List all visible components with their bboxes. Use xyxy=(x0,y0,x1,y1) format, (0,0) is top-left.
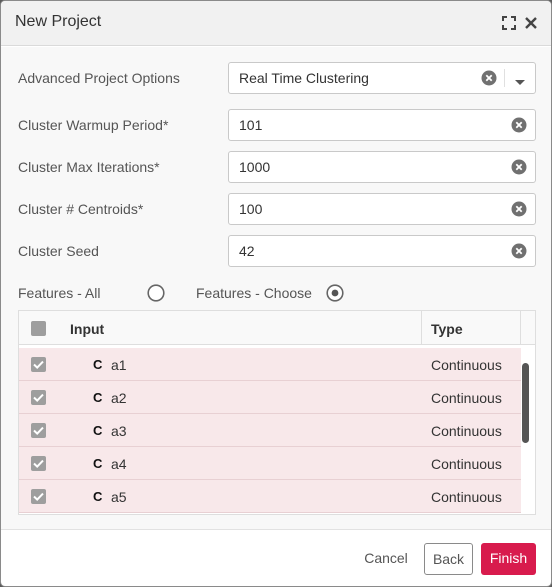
features-choose-label: Features - Choose xyxy=(196,285,312,301)
row-checkbox[interactable] xyxy=(31,390,46,405)
column-header-input[interactable]: Input xyxy=(70,321,104,337)
clear-icon[interactable] xyxy=(511,159,527,175)
select-divider xyxy=(504,69,505,87)
seed-input[interactable]: 42 xyxy=(228,235,536,267)
cancel-button[interactable]: Cancel xyxy=(356,543,416,575)
feature-name: a4 xyxy=(111,456,127,472)
grid-scrollbar-thumb[interactable] xyxy=(522,363,529,443)
continuous-badge: C xyxy=(93,357,103,372)
grid-header: Input Type xyxy=(19,311,535,345)
finish-button[interactable]: Finish xyxy=(481,543,536,575)
column-header-type[interactable]: Type xyxy=(431,321,463,337)
continuous-badge: C xyxy=(93,390,103,405)
clear-icon[interactable] xyxy=(481,70,497,86)
centroids-label: Cluster # Centroids* xyxy=(18,201,144,217)
select-all-checkbox[interactable] xyxy=(31,321,46,336)
continuous-badge: C xyxy=(93,456,103,471)
feature-type: Continuous xyxy=(431,357,502,373)
feature-name: a5 xyxy=(111,489,127,505)
clear-icon[interactable] xyxy=(511,243,527,259)
max-iterations-value: 1000 xyxy=(239,159,271,175)
centroids-value: 100 xyxy=(239,201,263,217)
advanced-options-value: Real Time Clustering xyxy=(239,70,369,86)
features-all-label: Features - All xyxy=(18,285,101,301)
features-all-radio[interactable] xyxy=(147,284,165,302)
table-row[interactable]: C a3 Continuous xyxy=(19,414,521,447)
table-row[interactable]: C a1 Continuous xyxy=(19,348,521,381)
max-iterations-label: Cluster Max Iterations* xyxy=(18,159,160,175)
feature-name: a1 xyxy=(111,357,127,373)
feature-name: a3 xyxy=(111,423,127,439)
row-checkbox[interactable] xyxy=(31,456,46,471)
new-project-dialog: New Project Advanced Project Options Rea… xyxy=(0,0,552,587)
row-checkbox[interactable] xyxy=(31,357,46,372)
chevron-down-icon[interactable] xyxy=(514,74,526,85)
centroids-input[interactable]: 100 xyxy=(228,193,536,225)
warmup-value: 101 xyxy=(239,117,263,133)
feature-type: Continuous xyxy=(431,423,502,439)
row-checkbox[interactable] xyxy=(31,489,46,504)
column-divider xyxy=(421,311,422,345)
dialog-body: Advanced Project Options Real Time Clust… xyxy=(1,47,551,530)
feature-name: a2 xyxy=(111,390,127,406)
column-divider xyxy=(520,311,521,345)
back-button[interactable]: Back xyxy=(424,543,473,575)
seed-value: 42 xyxy=(239,243,255,259)
row-checkbox[interactable] xyxy=(31,423,46,438)
clear-icon[interactable] xyxy=(511,117,527,133)
dialog-titlebar: New Project xyxy=(1,1,551,46)
warmup-label: Cluster Warmup Period* xyxy=(18,117,169,133)
advanced-options-select[interactable]: Real Time Clustering xyxy=(228,62,536,94)
seed-label: Cluster Seed xyxy=(18,243,99,259)
feature-type: Continuous xyxy=(431,456,502,472)
dialog-title: New Project xyxy=(15,13,102,30)
features-grid: Input Type C a1 Continuous C a2 Continuo… xyxy=(18,310,536,515)
grid-rows: C a1 Continuous C a2 Continuous C a3 Con… xyxy=(19,348,521,513)
close-icon[interactable] xyxy=(523,15,539,31)
warmup-input[interactable]: 101 xyxy=(228,109,536,141)
table-row[interactable]: C a5 Continuous xyxy=(19,480,521,513)
feature-type: Continuous xyxy=(431,390,502,406)
max-iterations-input[interactable]: 1000 xyxy=(228,151,536,183)
expand-icon[interactable] xyxy=(501,15,517,31)
table-row[interactable]: C a4 Continuous xyxy=(19,447,521,480)
features-choose-radio[interactable] xyxy=(326,284,344,302)
continuous-badge: C xyxy=(93,423,103,438)
clear-icon[interactable] xyxy=(511,201,527,217)
advanced-options-label: Advanced Project Options xyxy=(18,70,180,86)
continuous-badge: C xyxy=(93,489,103,504)
table-row[interactable]: C a2 Continuous xyxy=(19,381,521,414)
feature-type: Continuous xyxy=(431,489,502,505)
